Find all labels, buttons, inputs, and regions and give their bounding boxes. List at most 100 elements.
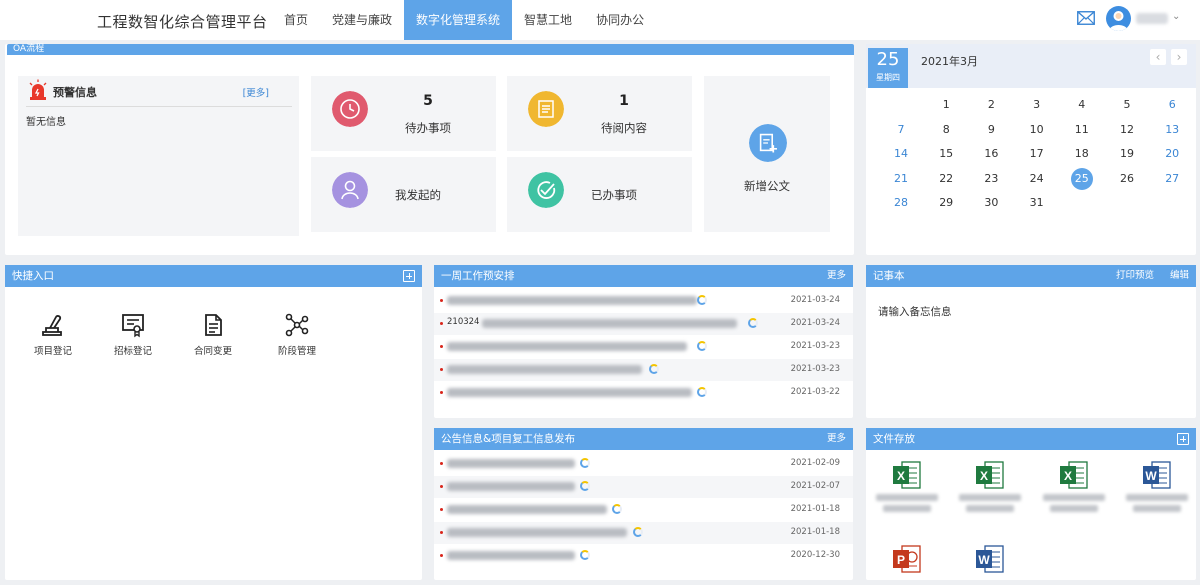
contract-icon — [205, 314, 222, 336]
calendar-day[interactable]: 15 — [931, 144, 961, 164]
calendar-day[interactable]: 14 — [886, 144, 916, 164]
calendar-day[interactable]: 8 — [931, 120, 961, 140]
new-badge-icon — [649, 364, 659, 374]
nav-digital-management[interactable]: 数字化管理系统 — [404, 0, 513, 40]
calendar-day[interactable]: 7 — [886, 120, 916, 140]
ppt-icon: P — [893, 545, 921, 573]
user-name[interactable] — [1136, 13, 1168, 24]
add-icon[interactable] — [1177, 433, 1189, 445]
list-item[interactable]: 2021-03-22 — [434, 382, 853, 404]
calendar-day[interactable]: 21 — [886, 169, 916, 189]
week-plan-more-link[interactable]: 更多 — [827, 265, 846, 287]
list-item[interactable]: 2021-03-23 — [434, 336, 853, 358]
calendar-day[interactable]: 24 — [1022, 169, 1052, 189]
calendar-day[interactable]: 17 — [1022, 144, 1052, 164]
done-card[interactable]: 已办事项 — [507, 157, 692, 232]
memo-input[interactable]: 请输入备忘信息 — [878, 304, 952, 319]
nav-office[interactable]: 协同办公 — [584, 0, 656, 40]
quick-contract-change[interactable]: 合同变更 — [183, 312, 243, 357]
calendar-day[interactable]: 26 — [1112, 169, 1142, 189]
calendar-day[interactable]: 13 — [1157, 120, 1187, 140]
notice-header: 公告信息&项目复工信息发布 更多 — [434, 428, 853, 450]
calendar-day[interactable]: 3 — [1022, 95, 1052, 115]
edit-link[interactable]: 编辑 — [1170, 265, 1189, 287]
file-name — [966, 505, 1014, 512]
memo-panel: 记事本 打印预览 编辑 请输入备忘信息 — [866, 265, 1196, 418]
avatar[interactable] — [1106, 6, 1131, 31]
calendar-day[interactable]: 23 — [976, 169, 1006, 189]
warning-more-link[interactable]: [更多] — [243, 85, 269, 99]
chevron-down-icon[interactable]: ⌄ — [1172, 11, 1180, 22]
file-item[interactable]: P — [872, 544, 942, 574]
quick-entry-panel: 快捷入口 项目登记 招标登记 合同变更 阶段管理 — [5, 265, 422, 580]
calendar-day[interactable]: 30 — [976, 193, 1006, 213]
item-date: 2021-01-18 — [790, 504, 840, 514]
bullet-icon — [440, 391, 443, 394]
calendar-day[interactable]: 1 — [931, 95, 961, 115]
list-item[interactable]: 210324 2021-03-24 — [434, 313, 853, 335]
calendar-day[interactable]: 27 — [1157, 169, 1187, 189]
bullet-icon — [440, 508, 443, 511]
done-label: 已办事项 — [591, 188, 637, 202]
nav-smart-site[interactable]: 智慧工地 — [512, 0, 584, 40]
item-date: 2021-03-23 — [790, 364, 840, 374]
list-item[interactable]: 2021-03-24 — [434, 290, 853, 312]
file-name — [959, 494, 1021, 501]
initiated-card[interactable]: 我发起的 — [311, 157, 496, 232]
todo-count: 5 — [423, 93, 433, 109]
notice-more-link[interactable]: 更多 — [827, 428, 846, 450]
file-item[interactable]: W — [955, 544, 1025, 574]
to-read-card[interactable]: 1 待阅内容 — [507, 76, 692, 151]
list-item[interactable]: 2021-01-18 — [434, 499, 853, 521]
calendar-day[interactable]: 16 — [976, 144, 1006, 164]
bullet-icon — [440, 485, 443, 488]
calendar-day[interactable]: 2 — [976, 95, 1006, 115]
add-icon[interactable] — [403, 270, 415, 282]
excel-icon: X — [976, 461, 1004, 489]
item-date: 2021-03-23 — [790, 341, 840, 351]
calendar-day[interactable]: 20 — [1157, 144, 1187, 164]
quick-stage-management[interactable]: 阶段管理 — [267, 312, 327, 357]
list-item[interactable]: 2021-02-09 — [434, 453, 853, 475]
file-item[interactable]: X — [955, 460, 1025, 512]
quick-bid-register[interactable]: 招标登记 — [103, 312, 163, 357]
excel-icon: X — [893, 461, 921, 489]
new-document-card[interactable]: 新增公文 — [704, 76, 830, 232]
calendar-day[interactable]: 12 — [1112, 120, 1142, 140]
quick-project-register[interactable]: 项目登记 — [23, 312, 83, 357]
list-item[interactable]: 2021-03-23 — [434, 359, 853, 381]
file-item[interactable]: X — [872, 460, 942, 512]
new-badge-icon — [697, 387, 707, 397]
quick-label: 项目登记 — [33, 346, 72, 357]
calendar-day[interactable]: 25 — [1067, 169, 1097, 189]
calendar-day[interactable]: 28 — [886, 193, 916, 213]
calendar-day[interactable]: 19 — [1112, 144, 1142, 164]
print-preview-link[interactable]: 打印预览 — [1116, 265, 1154, 287]
item-title — [447, 482, 575, 491]
calendar-day[interactable]: 18 — [1067, 144, 1097, 164]
clock-icon — [332, 91, 368, 127]
todo-card[interactable]: 5 待办事项 — [311, 76, 496, 151]
nav-home[interactable]: 首页 — [272, 0, 320, 40]
file-item[interactable]: W — [1122, 460, 1192, 512]
list-item[interactable]: 2020-12-30 — [434, 545, 853, 567]
nav-party[interactable]: 党建与廉政 — [320, 0, 404, 40]
calendar-day[interactable]: 4 — [1067, 95, 1097, 115]
prev-month-button[interactable]: ‹ — [1150, 49, 1166, 65]
calendar-day[interactable]: 9 — [976, 120, 1006, 140]
calendar-day[interactable]: 10 — [1022, 120, 1052, 140]
calendar-day[interactable]: 5 — [1112, 95, 1142, 115]
next-month-button[interactable]: › — [1171, 49, 1187, 65]
week-plan-header: 一周工作预安排 更多 — [434, 265, 853, 287]
file-item[interactable]: X — [1039, 460, 1109, 512]
list-item[interactable]: 2021-01-18 — [434, 522, 853, 544]
calendar-day[interactable]: 6 — [1157, 95, 1187, 115]
today-date-box: 25 星期四 — [868, 48, 908, 88]
memo-header: 记事本 打印预览 编辑 — [866, 265, 1196, 287]
calendar-day[interactable]: 31 — [1022, 193, 1052, 213]
calendar-day[interactable]: 22 — [931, 169, 961, 189]
calendar-day[interactable]: 29 — [931, 193, 961, 213]
list-item[interactable]: 2021-02-07 — [434, 476, 853, 498]
calendar-day[interactable]: 11 — [1067, 120, 1097, 140]
mail-icon[interactable] — [1077, 11, 1095, 25]
